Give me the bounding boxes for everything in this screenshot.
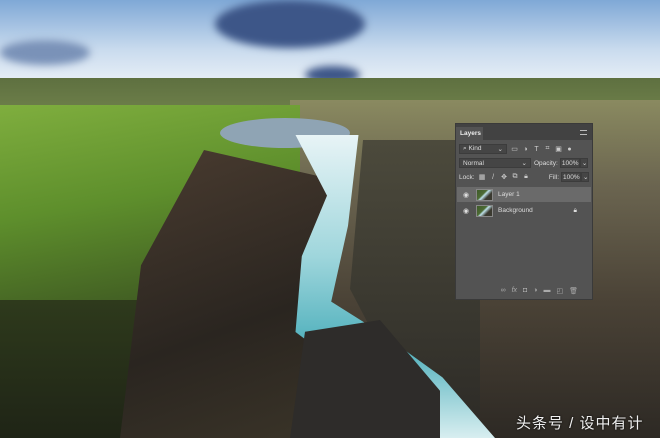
type-filter-icon[interactable]: T <box>533 146 540 153</box>
eye-icon[interactable]: ◉ <box>460 207 472 215</box>
opacity-field[interactable]: 100% <box>559 158 580 168</box>
adjustment-icon[interactable]: ◑ <box>533 287 537 295</box>
fx-icon[interactable]: fx <box>512 287 517 295</box>
opacity-label: Opacity: <box>534 159 558 167</box>
lock-label: Lock: <box>459 173 475 181</box>
fill-value: 100% <box>563 173 580 181</box>
search-icon: ⌕ <box>463 145 467 152</box>
opacity-dropdown[interactable]: ⌄ <box>579 158 588 168</box>
opacity-value: 100% <box>561 159 579 167</box>
fill-dropdown[interactable]: ⌄ <box>581 172 589 182</box>
layer-thumbnail <box>476 204 493 217</box>
layer-name: Background <box>498 207 533 214</box>
adjustment-filter-icon[interactable]: ◑ <box>522 146 529 153</box>
pixel-filter-icon[interactable]: ▭ <box>511 146 518 153</box>
blend-mode-select[interactable]: Normal ⌄ <box>459 158 531 168</box>
layer-row-background[interactable]: ◉ Background 🔒︎ <box>457 203 591 218</box>
lock-position-icon[interactable]: ✥ <box>501 174 508 181</box>
link-icon[interactable]: ∞ <box>501 287 506 295</box>
trash-icon[interactable]: 🗑︎ <box>569 287 578 295</box>
layer-name: Layer 1 <box>498 191 520 198</box>
panel-menu-icon[interactable] <box>580 130 587 135</box>
shape-filter-icon[interactable]: ⌗ <box>544 145 551 153</box>
layer-row-layer-1[interactable]: ◉ Layer 1 <box>457 187 591 202</box>
filter-kind-select[interactable]: ⌕ Kind ⌄ <box>459 144 507 154</box>
smart-object-filter-icon[interactable]: ▣ <box>555 146 562 153</box>
filter-toggle-icon[interactable]: ● <box>566 146 573 153</box>
eye-icon[interactable]: ◉ <box>460 191 472 199</box>
folder-icon[interactable]: ▬ <box>543 287 550 295</box>
layers-panel: Layers ⌕ Kind ⌄ ▭ ◑ T ⌗ ▣ ● Normal ⌄ Opaci… <box>455 123 593 300</box>
lock-all-icon[interactable]: 🔒︎ <box>523 173 530 181</box>
tab-layers[interactable]: Layers <box>456 127 483 140</box>
watermark: 头条号 / 设中有计 <box>516 415 644 432</box>
lock-icon: 🔒︎ <box>573 206 577 214</box>
chevron-down-icon: ⌄ <box>521 160 527 167</box>
fill-field[interactable]: 100% <box>561 172 581 182</box>
fill-label: Fill: <box>548 173 559 181</box>
lock-brush-icon[interactable]: / <box>490 174 497 181</box>
chevron-down-icon: ⌄ <box>497 146 503 153</box>
filter-kind-value: Kind <box>468 145 482 152</box>
new-layer-icon[interactable]: ◰ <box>556 287 563 295</box>
mask-icon[interactable]: ◘ <box>523 287 527 295</box>
lock-artboard-icon[interactable]: ⧉ <box>512 173 519 181</box>
blend-mode-value: Normal <box>463 159 484 167</box>
layer-thumbnail <box>476 188 493 201</box>
cloud <box>0 40 90 65</box>
lock-transparent-icon[interactable]: ▦ <box>479 174 486 181</box>
panel-tabbar: Layers <box>456 124 592 140</box>
panel-bottom-toolbar: ∞ fx ◘ ◑ ▬ ◰ 🗑︎ <box>456 287 592 295</box>
cloud <box>215 0 365 48</box>
